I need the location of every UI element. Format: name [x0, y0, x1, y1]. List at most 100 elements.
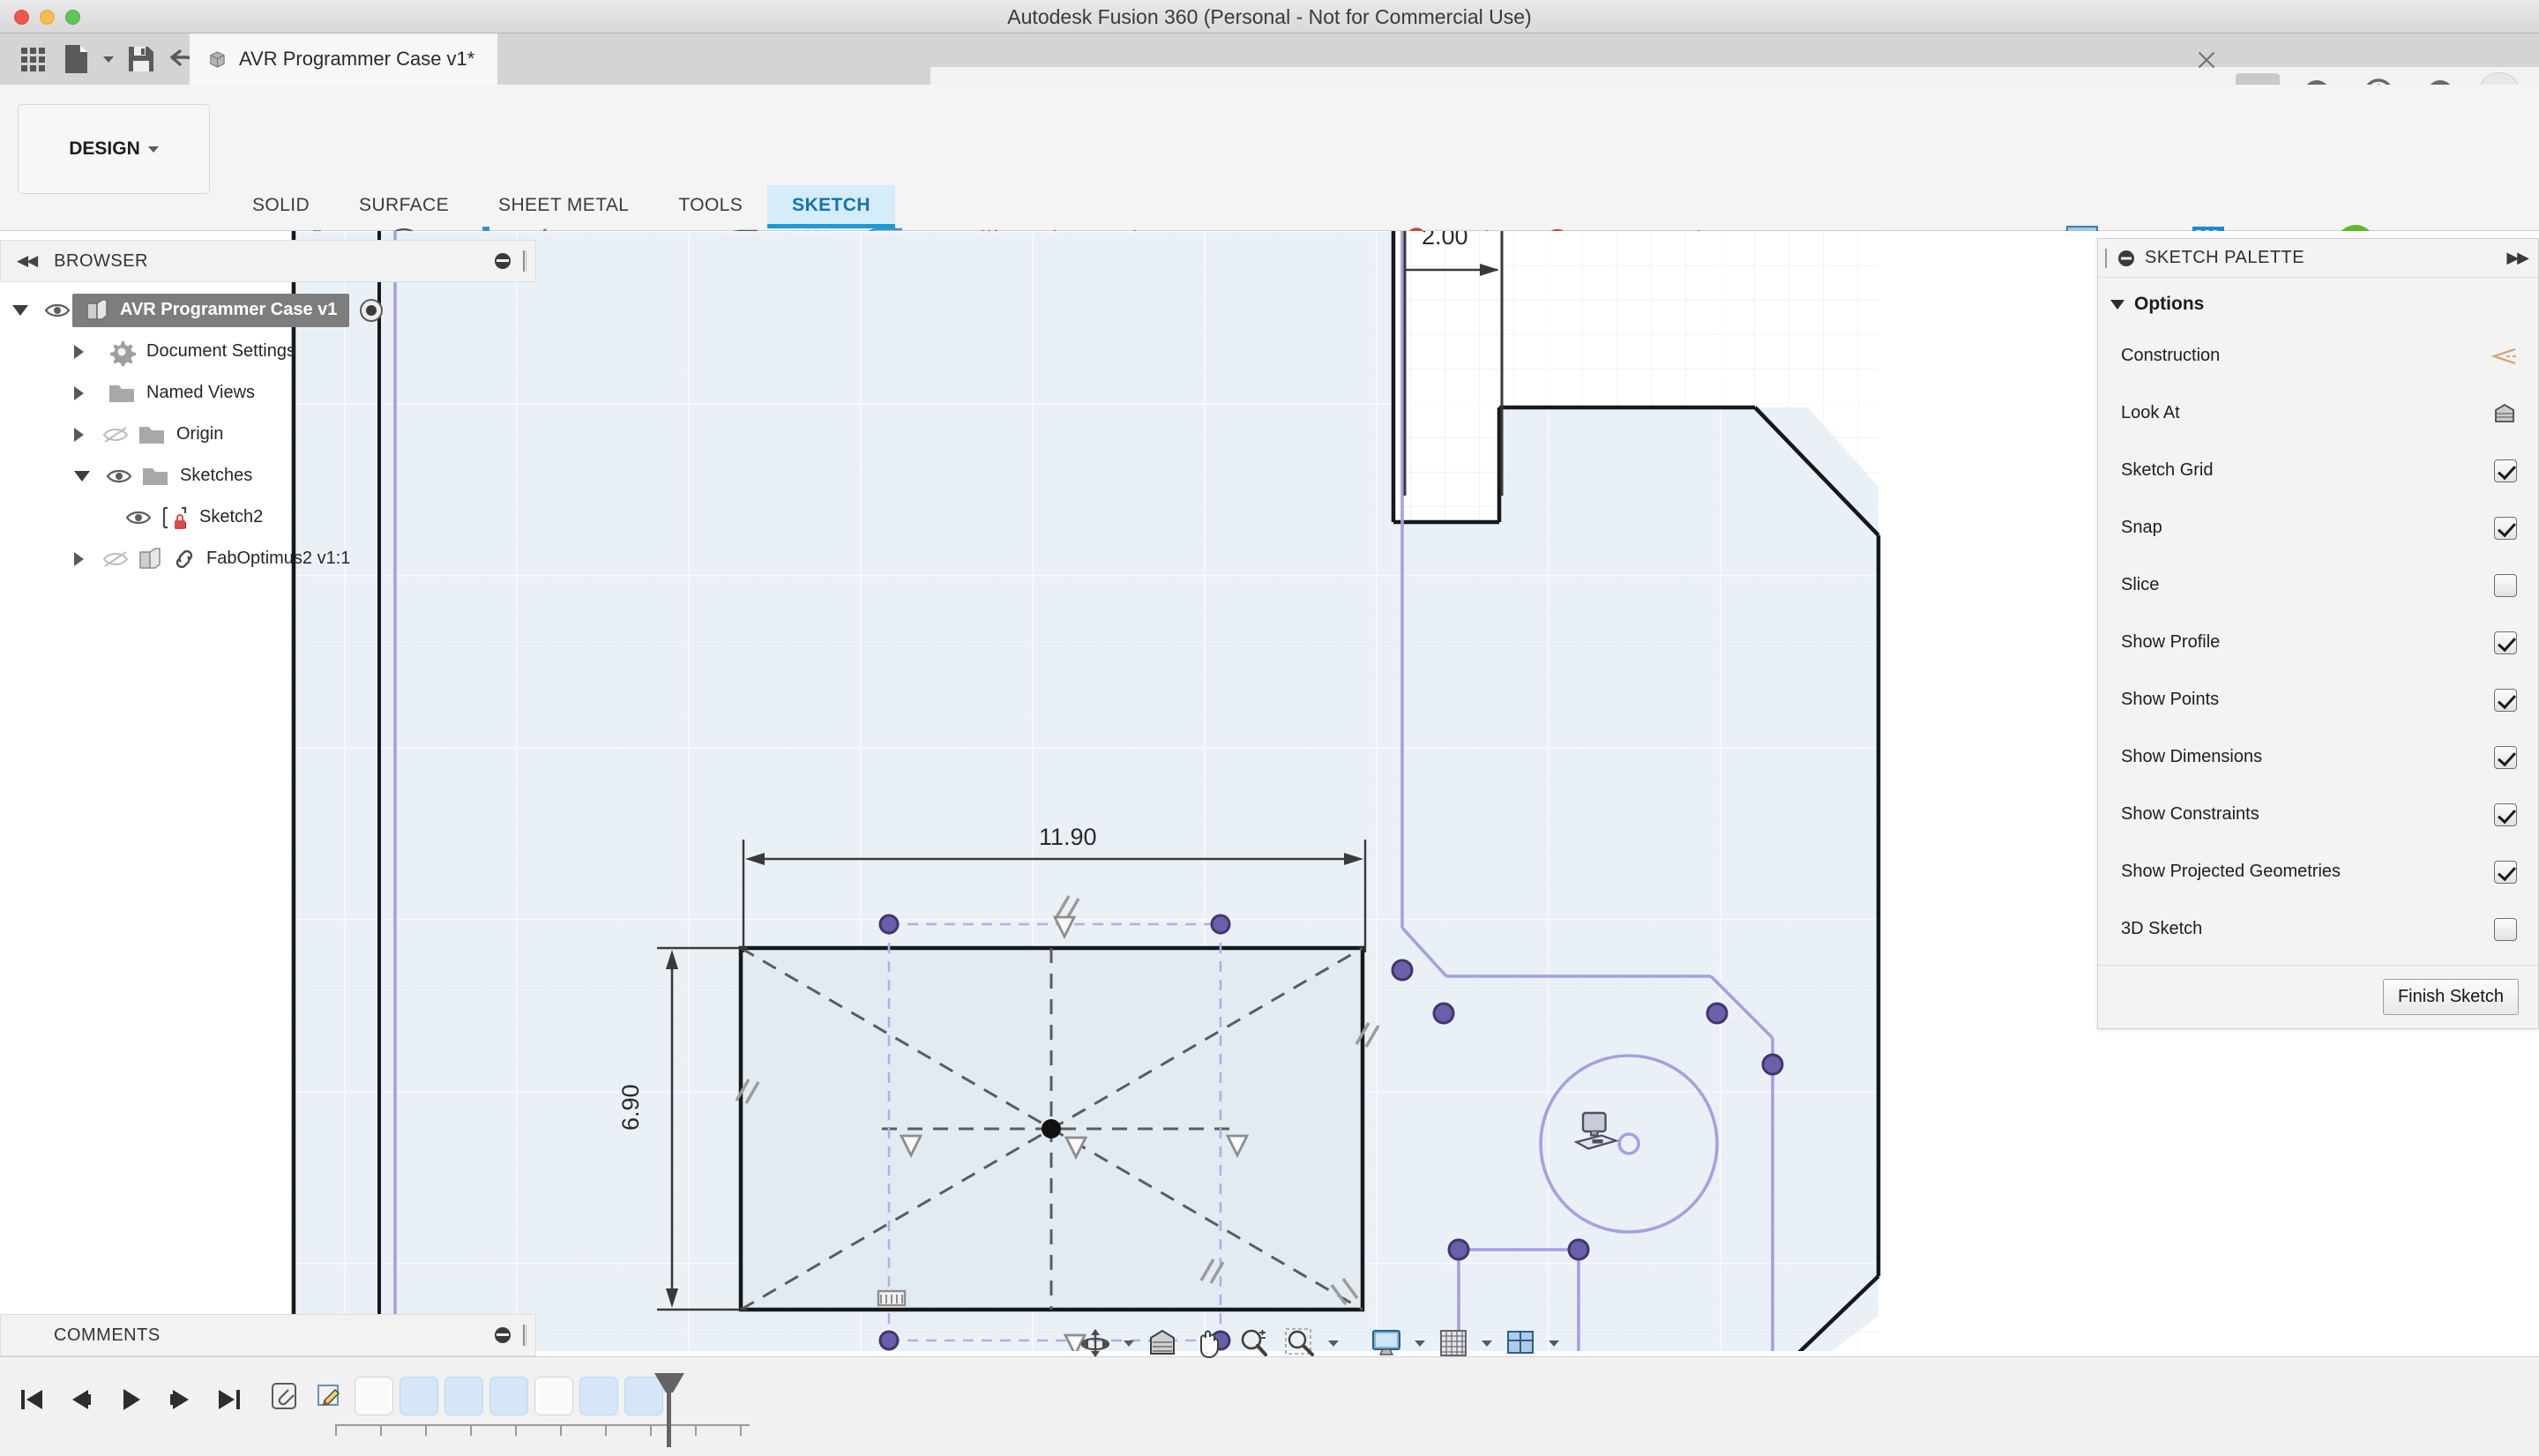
grid-snaps-button[interactable] [1432, 1322, 1475, 1364]
tree-item-root[interactable]: AVR Programmer Case v1 [0, 289, 536, 331]
timeline-feature-4[interactable] [400, 1377, 438, 1415]
option-row-show-projected-geometries[interactable]: Show Projected Geometries [2098, 843, 2538, 900]
expand-collapse-icon[interactable] [12, 304, 28, 316]
tree-item-origin-wrap[interactable]: Origin [131, 421, 230, 449]
component-icon [86, 298, 108, 320]
minimize-palette-button[interactable] [2117, 249, 2136, 268]
apps-grid-button[interactable] [12, 39, 53, 79]
play-button[interactable] [109, 1378, 152, 1421]
checkbox-show-projected-geometries[interactable] [2494, 860, 2517, 884]
checkbox-show-profile[interactable] [2494, 631, 2517, 654]
checkbox-show-dimensions[interactable] [2494, 745, 2517, 769]
expand-collapse-icon[interactable] [74, 551, 84, 566]
expand-palette-button[interactable]: ▶▶ [2506, 249, 2529, 267]
comments-resize-handle[interactable] [523, 1325, 526, 1346]
timeline-feature-5[interactable] [444, 1377, 483, 1415]
tree-item-document-settings-wrap[interactable]: Document Settings [101, 335, 302, 369]
tree-item-sketch2[interactable]: Sketch2 [0, 497, 536, 538]
option-row-3d-sketch[interactable]: 3D Sketch [2098, 900, 2538, 958]
construction-line-icon[interactable] [2490, 346, 2517, 367]
timeline-feature-7[interactable] [534, 1377, 573, 1415]
new-file-dropdown[interactable] [99, 39, 118, 79]
fit-button[interactable] [1279, 1322, 1321, 1364]
fit-dropdown[interactable] [1325, 1322, 1342, 1364]
tree-item-faboptimus2-wrap[interactable]: FabOptimus2 v1:1 [131, 544, 357, 574]
document-tab[interactable]: AVR Programmer Case v1* [190, 34, 498, 85]
checkbox-sketch-grid[interactable] [2494, 459, 2517, 482]
option-row-sketch-grid[interactable]: Sketch Grid [2098, 442, 2538, 499]
display-settings-button[interactable] [1365, 1322, 1408, 1364]
width-dimension-label[interactable]: 11.90 [1039, 824, 1097, 851]
save-button[interactable] [121, 39, 161, 79]
visibility-eye-icon[interactable] [123, 510, 153, 526]
timeline-feature-sketch[interactable] [310, 1377, 348, 1415]
option-row-construction[interactable]: Construction [2098, 327, 2538, 385]
option-row-show-constraints[interactable]: Show Constraints [2098, 786, 2538, 843]
look-at-button[interactable] [1141, 1322, 1184, 1364]
expand-collapse-icon[interactable] [74, 344, 84, 359]
tree-item-sketches[interactable]: Sketches [0, 455, 536, 497]
component-icon [139, 547, 161, 569]
expand-collapse-icon[interactable] [74, 427, 84, 442]
checkbox-3d-sketch[interactable] [2494, 917, 2517, 941]
tree-item-named-views[interactable]: Named Views [0, 372, 536, 414]
tree-item-faboptimus2[interactable]: FabOptimus2 v1:1 [0, 538, 536, 579]
visibility-eye-hidden-icon[interactable] [101, 550, 131, 568]
offset-dimension-label[interactable]: 2.00 [1422, 231, 1468, 250]
timeline-feature-3[interactable] [355, 1377, 393, 1415]
workspace-switcher-button[interactable]: DESIGN [18, 104, 210, 194]
go-to-end-button[interactable] [208, 1378, 250, 1421]
timeline-feature-8[interactable] [579, 1377, 618, 1415]
palette-drag-handle[interactable] [2105, 248, 2109, 268]
height-dimension-label[interactable]: 6.90 [617, 1084, 645, 1131]
zoom-button[interactable] [1233, 1322, 1275, 1364]
tree-item-sketch2-wrap[interactable]: Sketch2 [153, 502, 270, 534]
palette-finish-sketch-button[interactable]: Finish Sketch [2382, 979, 2519, 1015]
step-forward-button[interactable] [159, 1378, 201, 1421]
step-back-button[interactable] [60, 1378, 102, 1421]
checkbox-snap[interactable] [2494, 516, 2517, 540]
orbit-dropdown[interactable] [1120, 1322, 1138, 1364]
visibility-eye-hidden-icon[interactable] [101, 426, 131, 444]
orbit-button[interactable] [1074, 1322, 1116, 1364]
option-row-show-dimensions[interactable]: Show Dimensions [2098, 728, 2538, 786]
display-settings-dropdown[interactable] [1411, 1322, 1429, 1364]
viewports-dropdown[interactable] [1545, 1322, 1563, 1364]
viewports-button[interactable] [1499, 1322, 1542, 1364]
checkbox-slice[interactable] [2494, 573, 2517, 597]
browser-pin-button[interactable] [495, 253, 511, 269]
tree-item-origin[interactable]: Origin [0, 414, 536, 455]
timeline-feature-9[interactable] [624, 1377, 663, 1415]
tree-item-root-label-wrap[interactable]: AVR Programmer Case v1 [72, 293, 350, 327]
go-to-beginning-button[interactable] [11, 1378, 53, 1421]
timeline-feature-6[interactable] [489, 1377, 528, 1415]
visibility-eye-icon[interactable] [42, 302, 72, 318]
expand-collapse-icon[interactable] [74, 385, 84, 400]
option-row-show-points[interactable]: Show Points [2098, 671, 2538, 728]
comments-pin-button[interactable] [495, 1327, 511, 1343]
tree-item-document-settings[interactable]: Document Settings [0, 331, 536, 372]
option-row-snap[interactable]: Snap [2098, 499, 2538, 556]
close-tab-button[interactable] [2196, 49, 2217, 71]
option-row-look-at[interactable]: Look At [2098, 385, 2538, 442]
option-row-slice[interactable]: Slice [2098, 556, 2538, 614]
option-row-show-profile[interactable]: Show Profile [2098, 614, 2538, 671]
look-at-icon[interactable] [2492, 402, 2517, 425]
timeline-feature-derive[interactable] [265, 1377, 303, 1415]
constraint-glyph-fix[interactable] [877, 1289, 907, 1307]
pan-button[interactable] [1187, 1322, 1229, 1364]
browser-resize-handle[interactable] [523, 250, 526, 272]
expand-collapse-icon[interactable] [74, 470, 90, 482]
options-section-toggle[interactable]: Options [2098, 290, 2538, 327]
option-label-slice: Slice [2121, 575, 2160, 594]
visibility-eye-icon[interactable] [104, 468, 134, 484]
activate-component-radio[interactable] [360, 298, 384, 322]
checkbox-show-constraints[interactable] [2494, 803, 2517, 826]
tree-item-named-views-label: Named Views [146, 383, 256, 402]
collapse-browser-icon[interactable]: ◀◀ [17, 252, 38, 270]
grid-snaps-dropdown[interactable] [1478, 1322, 1496, 1364]
tree-item-named-views-wrap[interactable]: Named Views [101, 379, 262, 407]
new-file-button[interactable] [56, 39, 96, 79]
tree-item-sketches-wrap[interactable]: Sketches [134, 462, 259, 490]
checkbox-show-points[interactable] [2494, 688, 2517, 712]
